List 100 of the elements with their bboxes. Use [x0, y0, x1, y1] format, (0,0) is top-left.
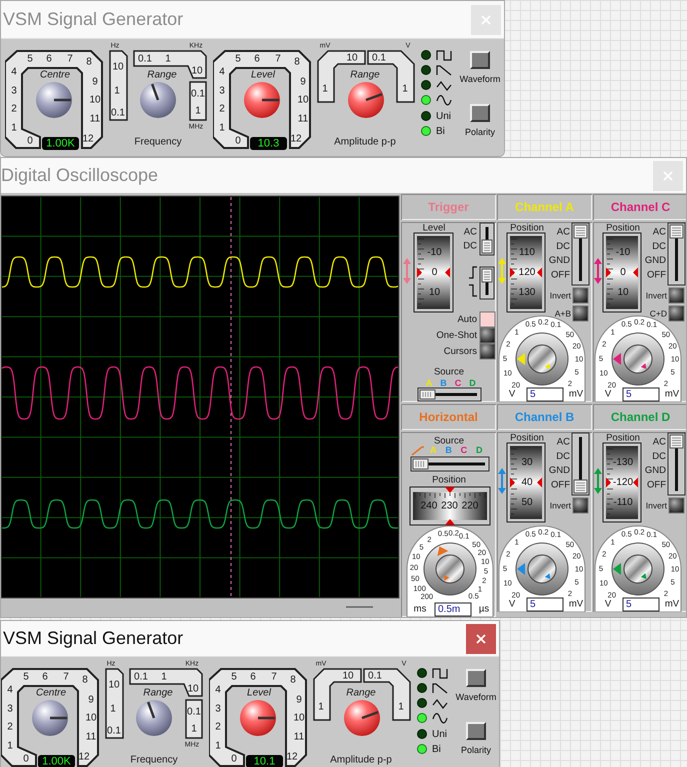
toggle-button[interactable]	[480, 344, 496, 360]
slider-thumb[interactable]	[412, 458, 428, 470]
scale-label: 3	[219, 86, 225, 96]
position-drum[interactable]	[602, 442, 642, 522]
scale-label: 1	[11, 122, 17, 134]
scale-label: 7	[63, 672, 69, 682]
close-icon	[476, 634, 486, 644]
coupling-label: OFF	[551, 479, 570, 490]
scale-label: 6	[254, 54, 260, 64]
knob[interactable]	[344, 700, 380, 736]
knob[interactable]	[244, 82, 280, 118]
toggle-button[interactable]	[668, 498, 684, 514]
level-label: Level	[422, 222, 446, 234]
dial-label: Range	[147, 70, 177, 80]
scale-label: 7	[275, 54, 281, 64]
scale-label: 4	[219, 66, 225, 78]
toggle-button[interactable]	[668, 306, 684, 322]
scale-label: 8	[82, 674, 88, 686]
scale-label: 5	[27, 54, 33, 64]
button-label: One-Shot	[436, 330, 477, 341]
knob[interactable]	[348, 82, 384, 118]
knob[interactable]	[240, 700, 276, 736]
source-letter: D	[476, 445, 482, 455]
position-drum[interactable]	[414, 232, 454, 312]
marker-icon	[510, 478, 515, 488]
dial-label: Centre	[36, 688, 66, 698]
drum-label: 130	[518, 287, 536, 298]
source-label: Source	[434, 436, 464, 446]
slider-thumb[interactable]	[574, 480, 588, 494]
coupling-label: GND	[644, 465, 666, 476]
toggle-button[interactable]	[572, 498, 588, 514]
toggle-button[interactable]	[572, 288, 588, 304]
scale-label: 5	[235, 54, 241, 64]
up-down-arrow-icon	[594, 468, 602, 494]
knob[interactable]	[36, 82, 72, 118]
coupling-slider[interactable]	[572, 432, 590, 496]
toggle-button[interactable]	[480, 328, 496, 344]
scale-label: 2	[219, 104, 225, 114]
scale-label: 10	[342, 670, 354, 682]
scale-label: 11	[90, 114, 100, 124]
scale-label: 6	[42, 672, 48, 682]
toggle-button[interactable]	[668, 288, 684, 304]
coupling-label: DC	[463, 240, 477, 252]
scale-label: 0	[27, 136, 33, 146]
marker-icon	[633, 478, 638, 488]
scale-label: 10	[89, 94, 101, 106]
source-slider[interactable]	[418, 388, 482, 402]
source-slider[interactable]	[410, 456, 490, 472]
position-drum[interactable]	[410, 486, 490, 526]
scale-label: 1	[322, 84, 328, 94]
scale-label: 10	[112, 62, 124, 72]
dial-label: Level	[251, 70, 275, 80]
knob[interactable]	[140, 82, 176, 118]
panel-title: Horizontal	[401, 404, 496, 430]
position-drum[interactable]	[602, 232, 642, 312]
knob[interactable]	[136, 700, 172, 736]
scale-label: 10	[346, 52, 358, 64]
scale-label: 3	[7, 704, 13, 714]
slider-thumb[interactable]	[670, 434, 684, 448]
slider-thumb[interactable]	[420, 390, 436, 400]
scale-label: 1	[318, 702, 324, 712]
scale-label: 0.1	[191, 88, 205, 100]
marker-icon	[537, 478, 542, 488]
scale-label: 0	[235, 136, 241, 146]
position-drum[interactable]	[506, 442, 546, 522]
window-title: VSM Signal Generator	[3, 628, 184, 649]
unit-label: ms	[414, 604, 426, 614]
readout-field[interactable]: 5	[526, 598, 564, 612]
readout-display: 10.3	[250, 137, 287, 150]
coupling-slider[interactable]	[668, 432, 686, 496]
coupling-label: OFF	[647, 269, 666, 280]
toggle-button[interactable]	[480, 312, 496, 328]
drum-label: 220	[462, 500, 478, 512]
readout-field[interactable]: 5	[526, 388, 564, 402]
readout-field[interactable]: 5	[622, 598, 660, 612]
slider-thumb[interactable]	[574, 224, 588, 238]
scale-label: 10	[187, 684, 199, 694]
dial-caption: Frequency	[130, 754, 178, 766]
knob[interactable]	[32, 700, 68, 736]
position-label: Position	[510, 432, 544, 444]
scale-label: 1	[191, 724, 197, 734]
square-wave-icon	[432, 666, 448, 680]
coupling-slider[interactable]	[572, 222, 590, 286]
polarity-label: Bi	[432, 744, 441, 754]
up-down-arrow-icon	[498, 468, 506, 494]
readout-field[interactable]: 5	[622, 388, 660, 402]
up-down-arrow-icon	[498, 258, 506, 284]
coupling-slider[interactable]	[668, 222, 686, 286]
readout-field[interactable]: 0.5m	[434, 602, 472, 616]
drum-label: 10	[428, 287, 440, 298]
button-label: Invert	[646, 500, 667, 510]
unit-label: µs	[478, 604, 490, 614]
up-down-arrow-icon	[594, 258, 602, 284]
square-wave-icon	[436, 48, 452, 62]
button-label: Auto	[457, 314, 477, 325]
position-drum[interactable]	[506, 232, 546, 312]
close-button[interactable]	[466, 624, 496, 654]
drum-label: 40	[521, 477, 533, 488]
toggle-button[interactable]	[572, 306, 588, 322]
slider-thumb[interactable]	[670, 224, 684, 238]
